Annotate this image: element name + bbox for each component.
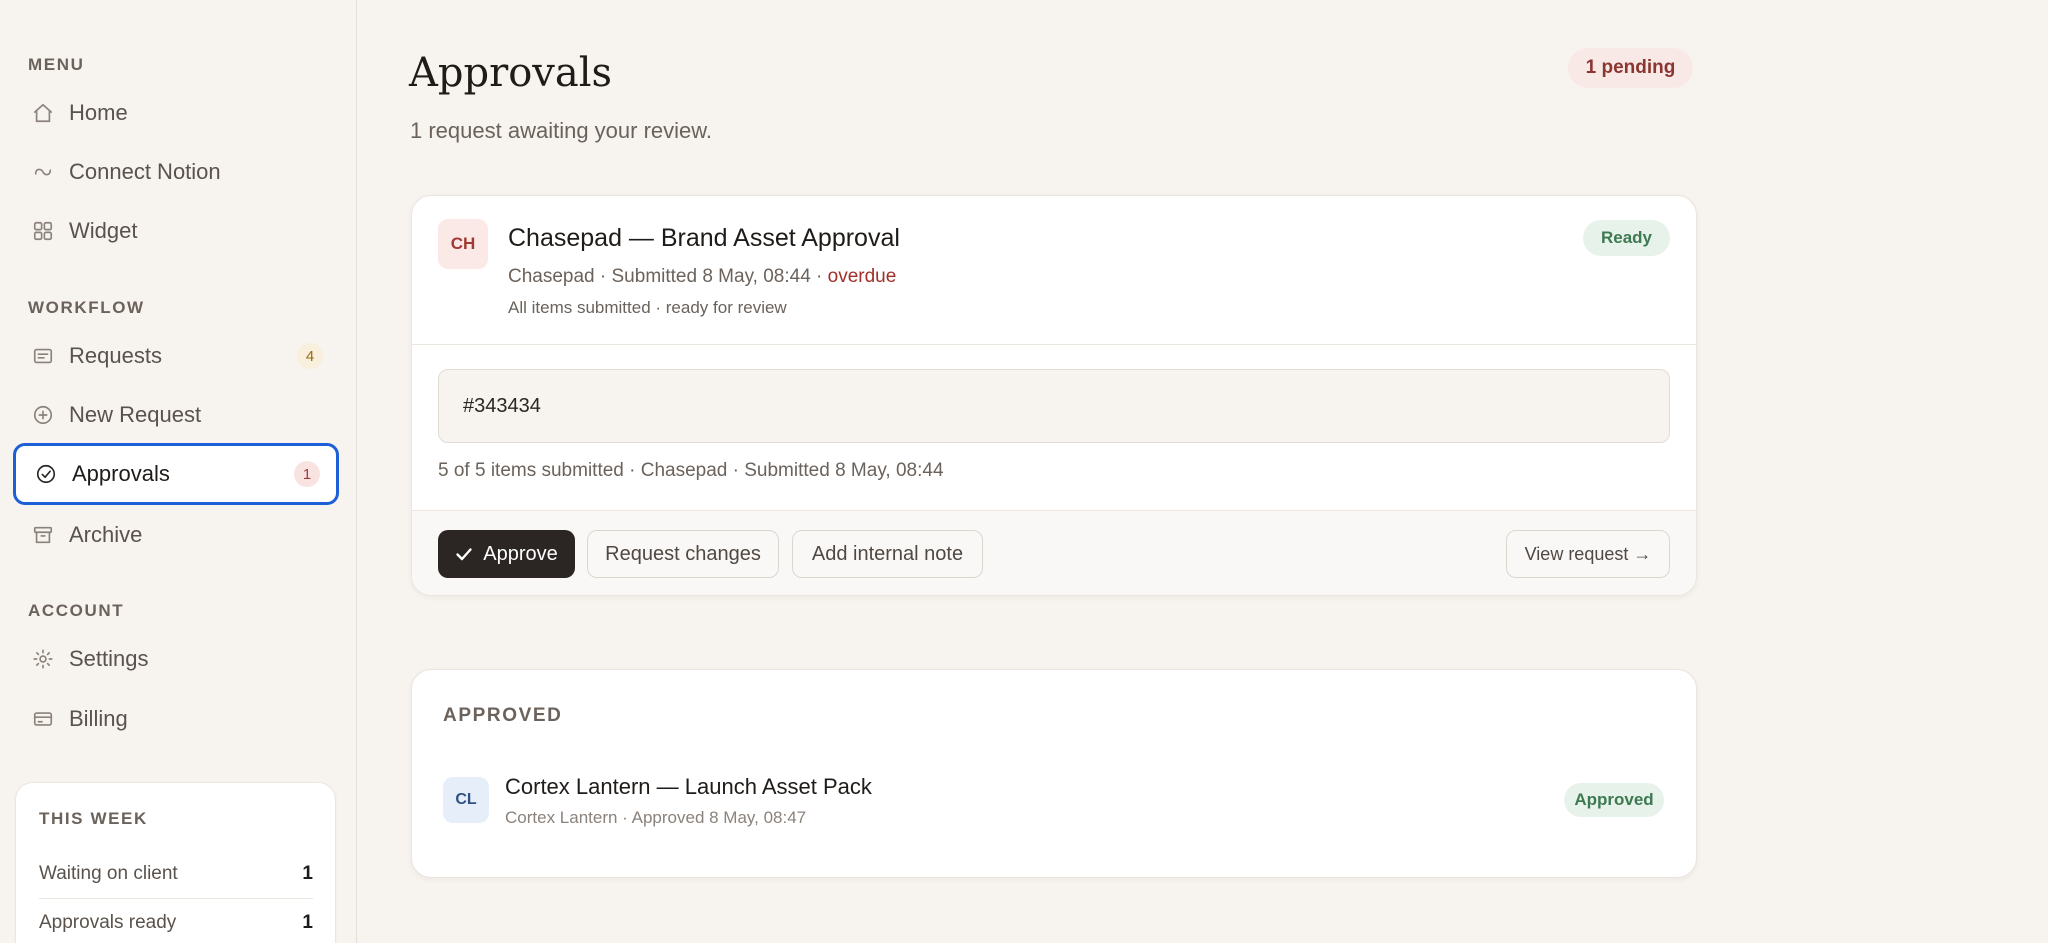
overdue-label: overdue: [827, 266, 897, 287]
week-row-waiting: Waiting on client 1: [39, 850, 313, 898]
color-value-field[interactable]: #343434: [438, 369, 1670, 443]
week-row-value: 1: [302, 912, 313, 933]
request-changes-button[interactable]: Request changes: [587, 530, 779, 578]
approve-button[interactable]: Approve: [438, 530, 575, 578]
approved-section-card: APPROVED CL Cortex Lantern — Launch Asse…: [411, 669, 1697, 878]
sidebar-item-label: Home: [69, 100, 128, 125]
page-title: Approvals: [409, 50, 613, 96]
sidebar-item-label: Widget: [69, 218, 138, 243]
sidebar-item-billing[interactable]: Billing: [13, 688, 339, 750]
request-status-text: All items submitted · ready for review: [508, 298, 787, 317]
workflow-section-label: WORKFLOW: [28, 298, 145, 317]
approval-request-card: CH Chasepad — Brand Asset Approval Chase…: [411, 195, 1697, 596]
sidebar-item-approvals[interactable]: Approvals 1: [13, 443, 339, 505]
approved-item-title[interactable]: Cortex Lantern — Launch Asset Pack: [505, 774, 872, 800]
client-avatar: CH: [438, 219, 488, 269]
status-badge: Ready: [1583, 220, 1670, 256]
sidebar-item-label: Approvals: [72, 461, 170, 486]
add-internal-note-button[interactable]: Add internal note: [792, 530, 983, 578]
sidebar-item-label: Requests: [69, 343, 162, 368]
items-summary: 5 of 5 items submitted · Chasepad · Subm…: [438, 460, 944, 481]
account-section-label: ACCOUNT: [28, 601, 125, 620]
gear-icon: [31, 647, 55, 671]
check-icon: [456, 548, 472, 561]
week-row-label: Waiting on client: [39, 863, 178, 884]
sidebar-item-label: New Request: [69, 402, 202, 427]
menu-section-label: MENU: [28, 55, 85, 74]
sidebar-item-home[interactable]: Home: [13, 82, 339, 144]
sidebar-item-label: Settings: [69, 646, 149, 671]
pending-badge: 1 pending: [1568, 48, 1693, 88]
this-week-card: THIS WEEK Waiting on client 1 Approvals …: [15, 782, 336, 943]
sidebar-item-connect-notion[interactable]: Connect Notion: [13, 141, 339, 203]
sidebar-item-widget[interactable]: Widget: [13, 200, 339, 262]
divider: [412, 344, 1696, 345]
sidebar: MENU Home Connect Notion Widget WORKFLOW…: [0, 0, 357, 943]
view-request-button[interactable]: View request →: [1506, 530, 1670, 578]
sidebar-item-label: Connect Notion: [69, 159, 221, 184]
plus-circle-icon: [31, 403, 55, 427]
credit-card-icon: [31, 707, 55, 731]
sidebar-item-requests[interactable]: Requests 4: [13, 325, 339, 387]
sidebar-item-label: Archive: [69, 522, 143, 547]
week-row-label: Approvals ready: [39, 912, 177, 933]
link-icon: [31, 160, 55, 184]
request-meta: Chasepad · Submitted 8 May, 08:44 · over…: [508, 266, 896, 288]
request-title[interactable]: Chasepad — Brand Asset Approval: [508, 224, 900, 253]
page-subtitle: 1 request awaiting your review.: [410, 118, 713, 143]
client-avatar: CL: [443, 777, 489, 823]
divider: [412, 510, 1696, 511]
sidebar-item-settings[interactable]: Settings: [13, 628, 339, 690]
archive-icon: [31, 523, 55, 547]
sidebar-item-new-request[interactable]: New Request: [13, 384, 339, 446]
check-circle-icon: [34, 462, 58, 486]
sidebar-item-archive[interactable]: Archive: [13, 504, 339, 566]
approvals-count-badge: 1: [294, 461, 320, 487]
sidebar-item-label: Billing: [69, 706, 128, 731]
inbox-icon: [31, 344, 55, 368]
this-week-title: THIS WEEK: [39, 809, 148, 828]
home-icon: [31, 101, 55, 125]
approved-item-meta: Cortex Lantern · Approved 8 May, 08:47: [505, 808, 807, 827]
week-row-value: 1: [302, 863, 313, 884]
approve-button-label: Approve: [483, 542, 558, 565]
week-row-approvals-ready: Approvals ready 1: [39, 899, 313, 943]
requests-count-badge: 4: [297, 343, 323, 369]
approved-section-label: APPROVED: [443, 705, 563, 726]
grid-icon: [31, 219, 55, 243]
status-badge: Approved: [1564, 783, 1664, 817]
request-meta-text: Chasepad · Submitted 8 May, 08:44 ·: [508, 266, 828, 287]
